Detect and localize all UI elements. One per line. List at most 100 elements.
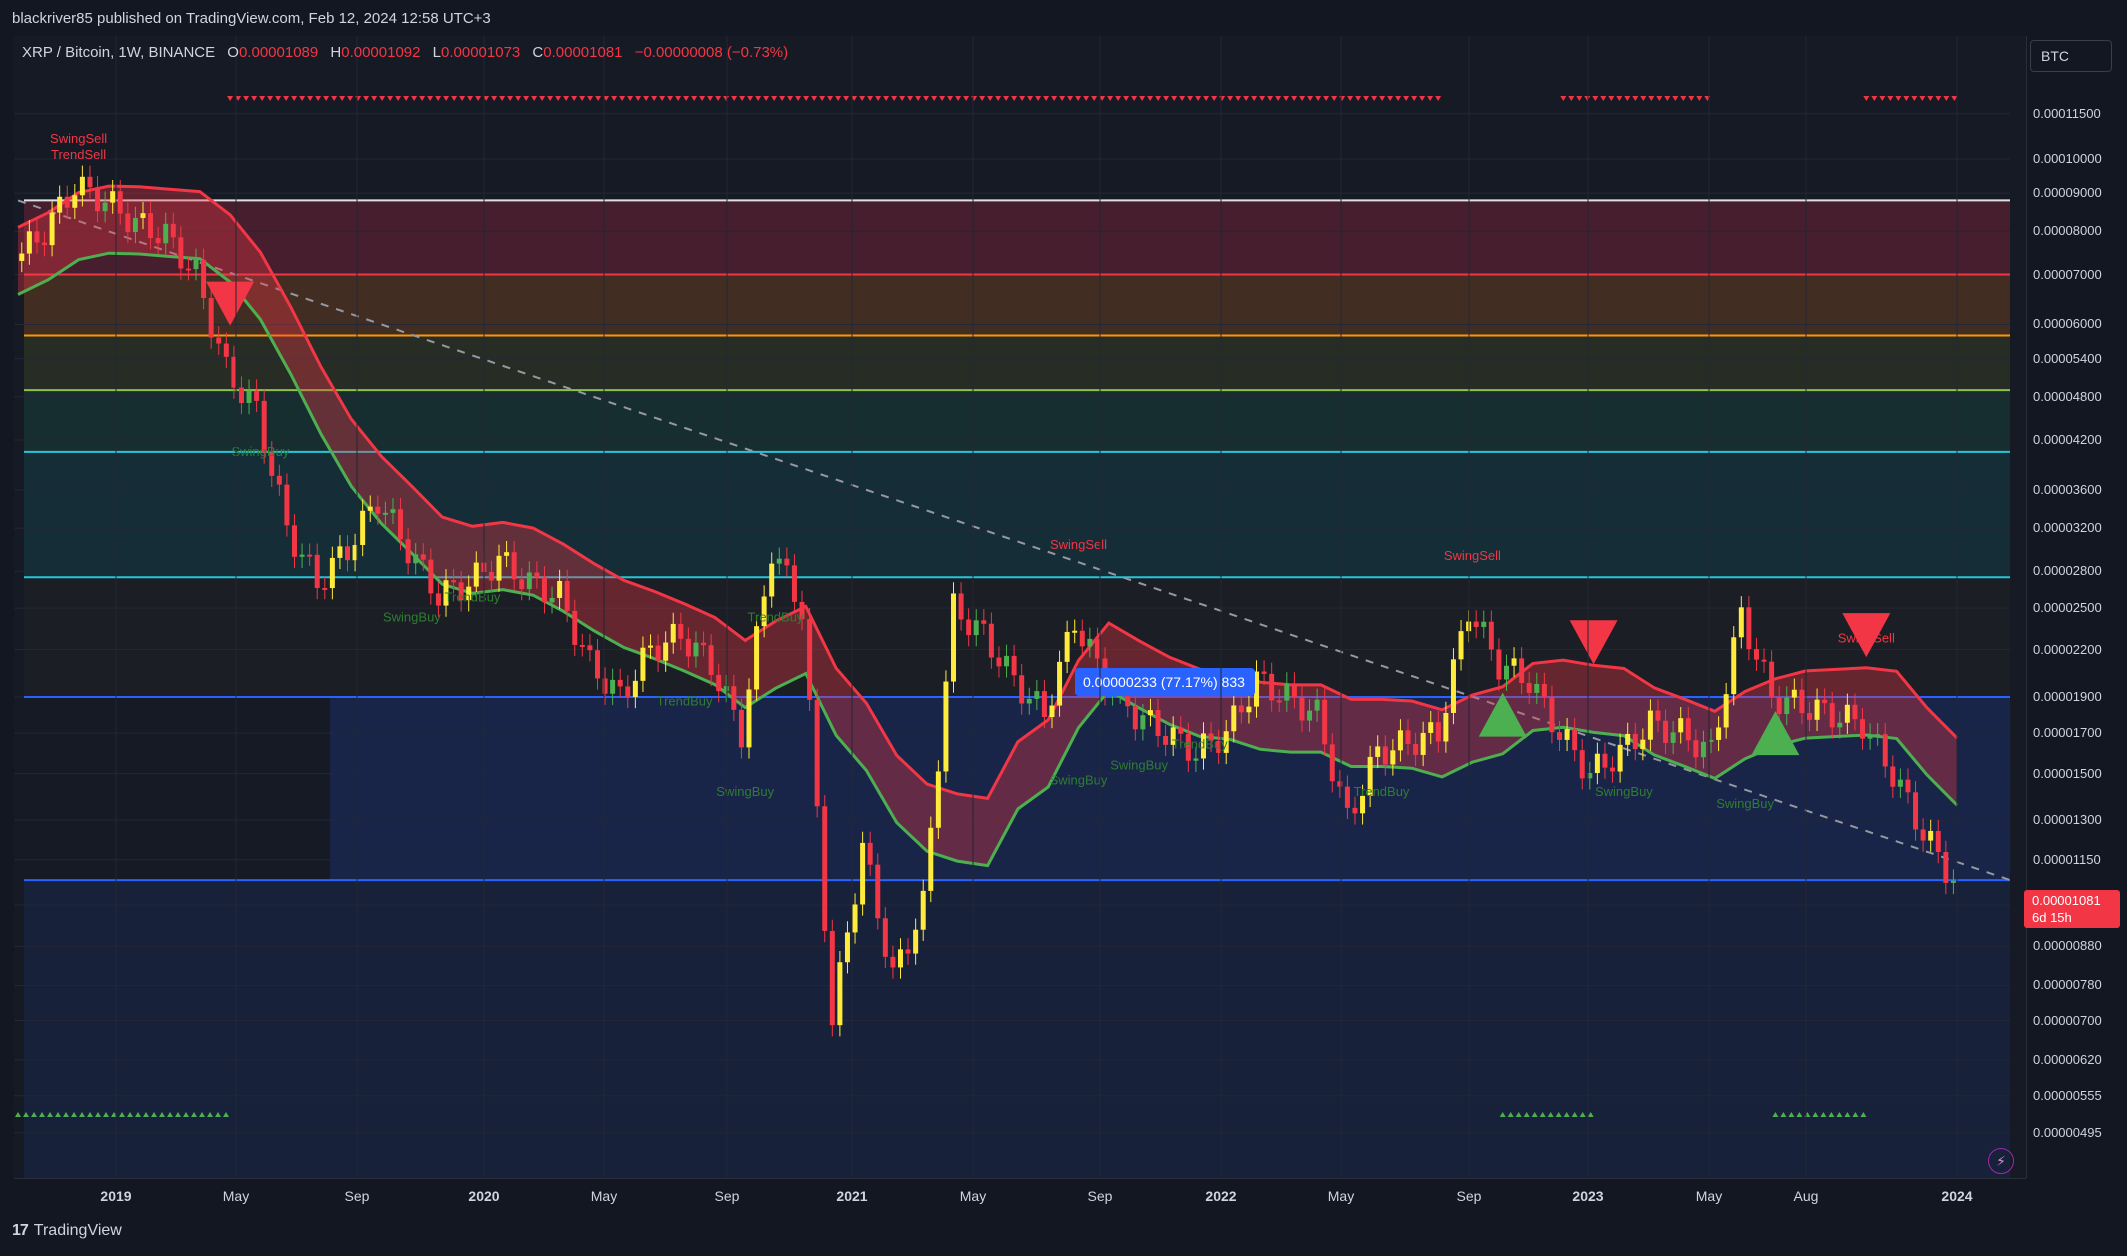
sell-dot-icon [715, 96, 722, 101]
candle-body [1034, 691, 1040, 699]
sell-dot-icon [435, 96, 442, 101]
candle-body [1178, 727, 1184, 734]
candle-body [299, 554, 305, 557]
candle-body [1435, 722, 1441, 742]
time-tick-label: May [959, 1188, 987, 1204]
sell-dot-icon [1363, 96, 1370, 101]
sell-dot-icon [947, 96, 954, 101]
candle-body [1723, 694, 1729, 728]
sell-dot-icon [1131, 96, 1138, 101]
candle-body [1261, 671, 1267, 674]
price-tick-label: 0.00000880 [2033, 938, 2102, 954]
candle-body [678, 623, 684, 639]
symbol-name[interactable]: XRP / Bitcoin, 1W, BINANCE [22, 44, 215, 61]
sell-dot-icon [1680, 96, 1687, 101]
candle-body [390, 509, 396, 513]
candle-body [1094, 638, 1100, 659]
candle-body [1193, 758, 1199, 761]
tradingview-brand[interactable]: TradingView [34, 1222, 122, 1240]
time-tick-label: Sep [344, 1188, 370, 1204]
candle-body [1799, 689, 1805, 714]
candle-body [716, 674, 722, 692]
candle-body [1572, 729, 1578, 751]
candle-body [504, 552, 510, 556]
candle-body [223, 343, 229, 357]
sell-dot-icon [739, 96, 746, 101]
sell-dot-icon [467, 96, 474, 101]
sell-dot-icon [1584, 96, 1591, 101]
candle-body [246, 390, 252, 403]
candle-body [1716, 727, 1722, 740]
price-tick-label: 0.00000700 [2033, 1012, 2102, 1028]
sell-dot-icon [1616, 96, 1623, 101]
candle-body [1791, 689, 1797, 698]
candle-body [526, 572, 532, 590]
close-label: C [532, 44, 544, 61]
candle-body [564, 580, 570, 611]
candle-body [557, 580, 563, 598]
sell-dot-icon [1075, 96, 1082, 101]
candle-body [738, 709, 744, 748]
candle-body [57, 196, 63, 213]
sell-dot-icon [1863, 96, 1870, 101]
sell-dot-icon [1323, 96, 1330, 101]
candle-body [1382, 746, 1388, 765]
sell-dot-icon [915, 96, 922, 101]
sell-dot-icon [1155, 96, 1162, 101]
sell-dot-icon [659, 96, 666, 101]
candle-body [291, 525, 297, 557]
time-axis[interactable]: 2019 May Sep 2020 May Sep 2021 May Sep 2022 May Sep… [14, 1178, 2026, 1213]
price-tick-label: 0.00002200 [2033, 641, 2102, 657]
sell-dot-icon [339, 96, 346, 101]
candle-body [110, 191, 116, 203]
price-tick-label: 0.00001500 [2033, 765, 2102, 781]
candle-body [1776, 697, 1782, 715]
candle-body [754, 626, 760, 690]
candle-body [534, 572, 540, 578]
price-axis[interactable]: 0.00011500 0.00010000 0.00009000 0.00008000… [2026, 36, 2127, 1178]
lightning-icon[interactable]: ⚡ [1988, 1148, 2014, 1174]
sell-dot-icon [547, 96, 554, 101]
level-zone [24, 577, 2010, 698]
candle-body [1875, 734, 1881, 737]
sell-dot-icon [1871, 96, 1878, 101]
sell-dot-icon [843, 96, 850, 101]
sell-dot-icon [1927, 96, 1934, 101]
signal-label: SwingBuy [1050, 773, 1108, 788]
candle-body [1693, 740, 1699, 758]
time-tick-label: May [1327, 1188, 1355, 1204]
candle-body [496, 555, 502, 581]
candle-body [1246, 706, 1252, 713]
chart-canvas[interactable]: SwingSellTrendSellSwingBuySwingBuyTrendB… [0, 0, 2127, 1256]
candle-body [1625, 733, 1631, 745]
time-tick-label: Aug [1793, 1188, 1819, 1204]
bar-countdown: 6d 15h [2032, 910, 2072, 925]
candle-body [1753, 649, 1759, 660]
candle-body [1814, 699, 1820, 720]
price-tick-label: 0.00001150 [2033, 851, 2101, 867]
last-price-value: 0.00001081 [2032, 893, 2101, 908]
sell-dot-icon [531, 96, 538, 101]
sell-dot-icon [723, 96, 730, 101]
candle-body [1852, 704, 1858, 720]
candle-body [1428, 722, 1434, 733]
price-tick-label: 0.00001700 [2033, 725, 2102, 741]
candle-body [1450, 659, 1456, 713]
time-tick-label: May [1695, 1188, 1723, 1204]
sell-dot-icon [451, 96, 458, 101]
sell-dot-icon [499, 96, 506, 101]
signal-label: SwingBuy [1716, 796, 1774, 811]
candle-body [1670, 732, 1676, 743]
currency-button[interactable]: BTC [2030, 40, 2112, 72]
candle-body [360, 510, 366, 545]
candle-body [814, 699, 820, 807]
candle-body [155, 238, 161, 244]
sell-dot-icon [387, 96, 394, 101]
sell-dot-icon [523, 96, 530, 101]
sell-dot-icon [867, 96, 874, 101]
sell-dot-icon [1035, 96, 1042, 101]
candle-body [435, 593, 441, 606]
sell-dot-icon [443, 96, 450, 101]
candle-body [1534, 683, 1540, 693]
candle-body [284, 484, 290, 526]
